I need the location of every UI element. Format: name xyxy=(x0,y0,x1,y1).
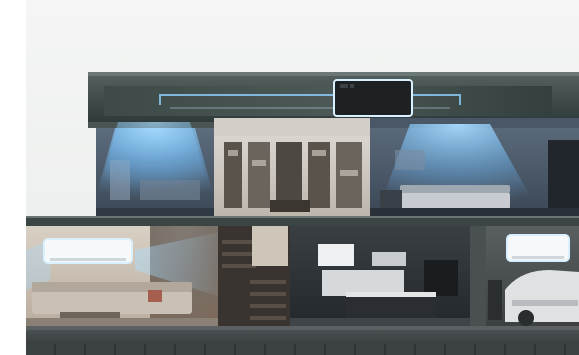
staircase xyxy=(218,226,290,326)
upstairs-right-room xyxy=(370,118,579,216)
ground-paving xyxy=(26,344,579,355)
wall-ac-unit-right xyxy=(506,234,570,262)
kitchen xyxy=(290,226,470,326)
wall-ac-unit-living xyxy=(43,238,133,264)
ducted-ac-unit xyxy=(333,79,413,117)
house-illustration xyxy=(26,72,579,332)
walk-in-closet xyxy=(214,118,370,216)
house-cutaway-scene xyxy=(0,0,579,355)
